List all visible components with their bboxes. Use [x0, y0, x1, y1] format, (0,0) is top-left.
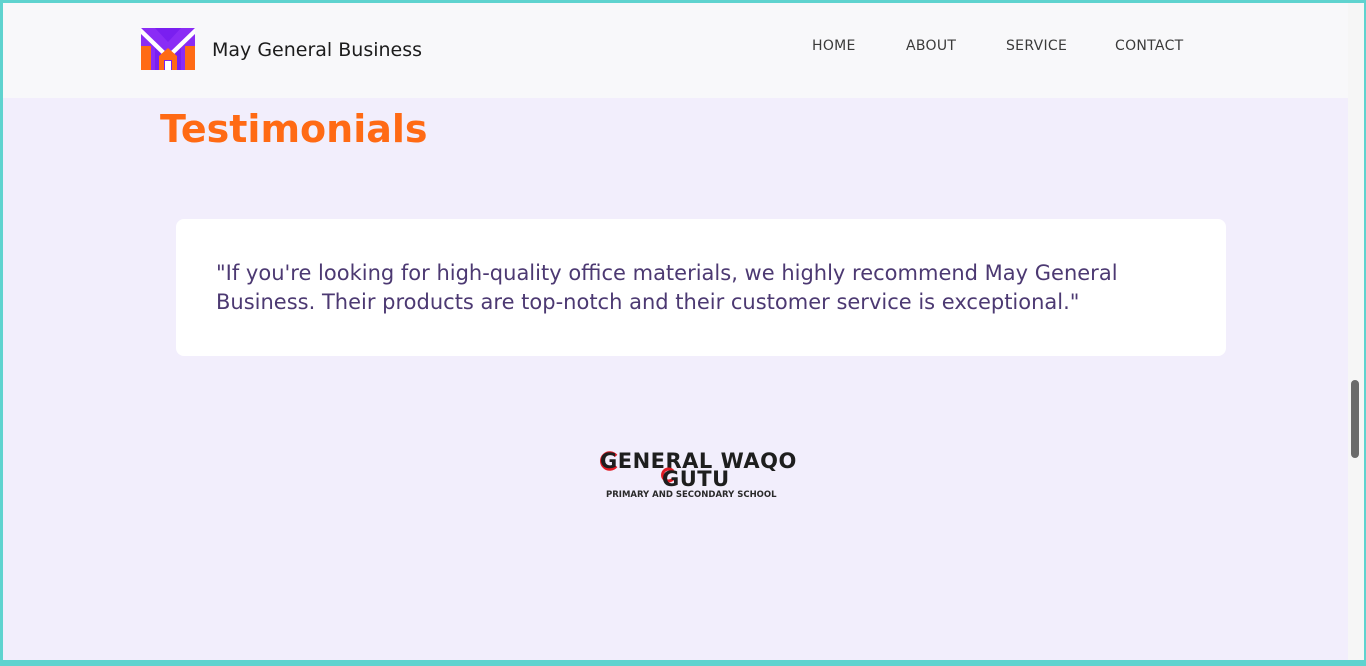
nav-about-link[interactable]: ABOUT — [906, 38, 956, 54]
partner-name-line2: GUTU — [662, 467, 730, 491]
scrollbar-thumb[interactable] — [1351, 380, 1359, 458]
testimonial-quote: "If you're looking for high-quality offi… — [216, 261, 1118, 314]
brand-name[interactable]: May General Business — [212, 39, 422, 61]
nav-contact-link[interactable]: CONTACT — [1115, 38, 1184, 54]
mg-logo-icon[interactable] — [141, 28, 195, 70]
navbar: May General Business HOME ABOUT SERVICE … — [3, 3, 1348, 98]
nav-service-link[interactable]: SERVICE — [1006, 38, 1067, 54]
testimonials-heading: Testimonials — [160, 107, 428, 151]
browser-viewport: May General Business HOME ABOUT SERVICE … — [3, 3, 1348, 660]
vertical-scrollbar[interactable] — [1348, 3, 1364, 660]
nav-home-link[interactable]: HOME — [812, 38, 856, 54]
partner-name-line3: PRIMARY AND SECONDARY SCHOOL — [606, 490, 777, 500]
testimonial-card: "If you're looking for high-quality offi… — [176, 219, 1226, 356]
partner-school-logo: GENERAL WAQO GUTU PRIMARY AND SECONDARY … — [600, 449, 796, 503]
